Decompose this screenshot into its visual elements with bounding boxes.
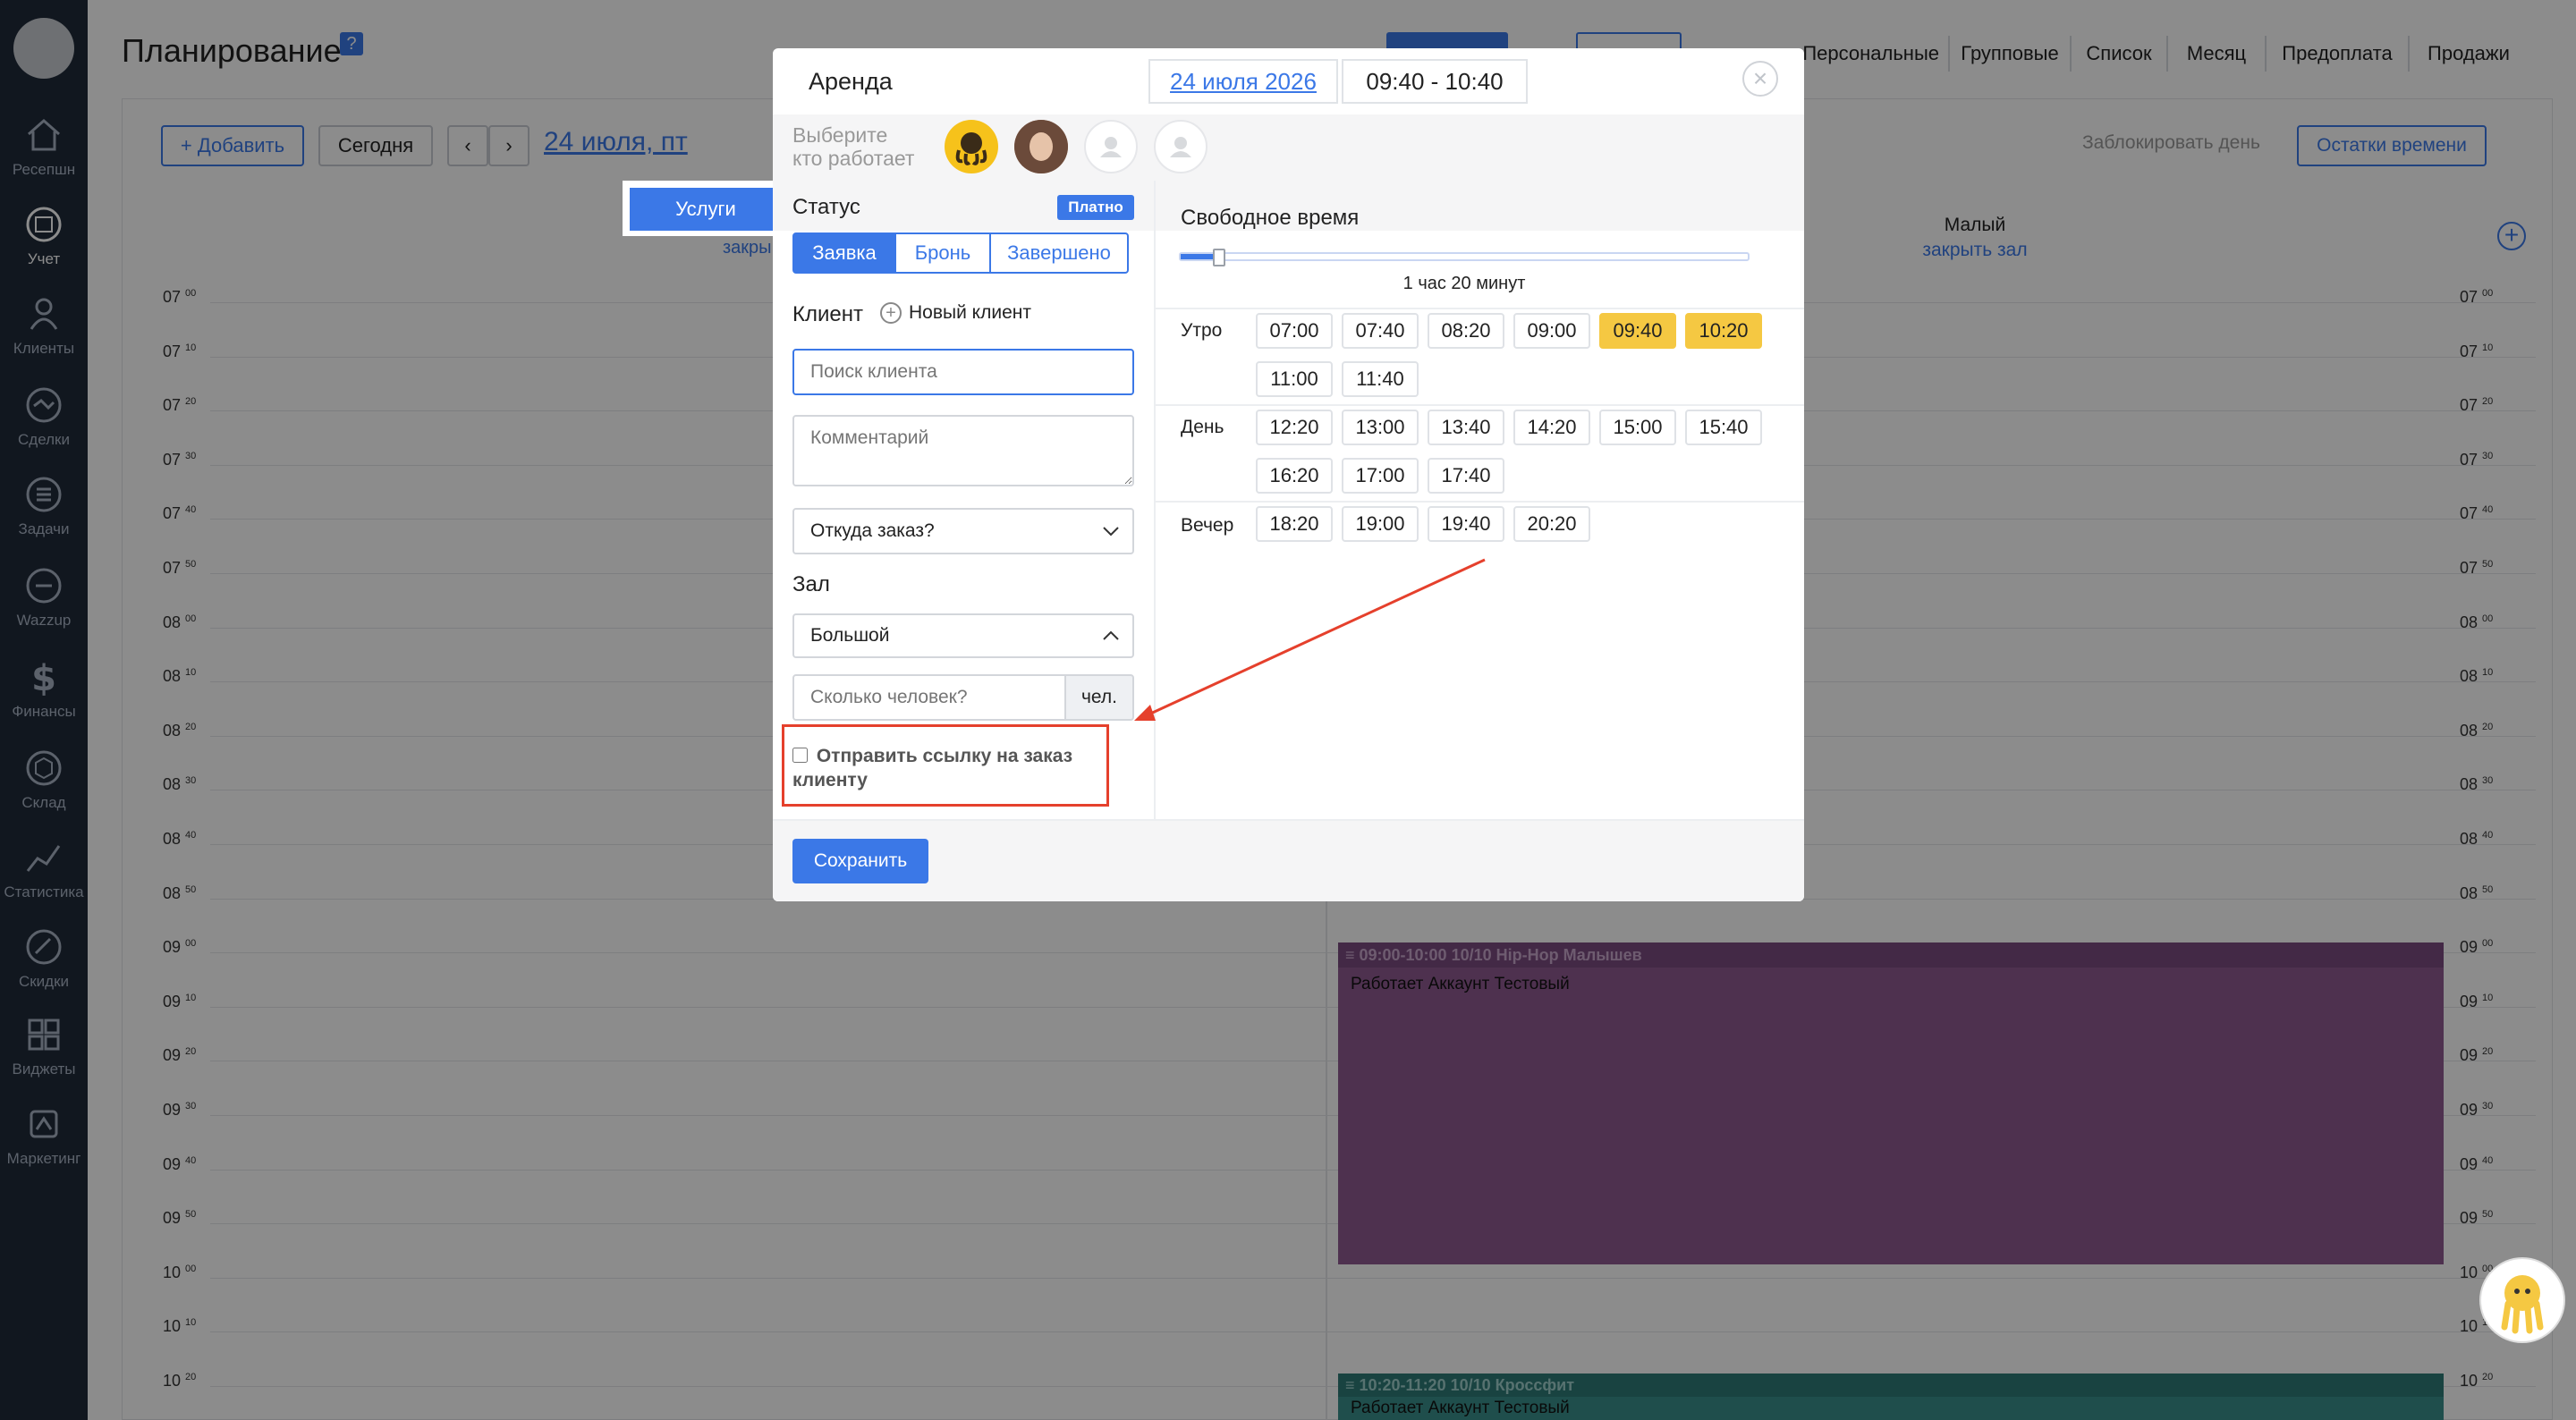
close-icon[interactable]: ×	[1742, 61, 1778, 97]
worker-prompt-line: Выберите	[792, 123, 888, 147]
time-slot-button[interactable]: 07:40	[1342, 313, 1419, 349]
free-time-label: Свободное время	[1181, 206, 1360, 230]
worker-avatar-empty[interactable]	[1154, 120, 1208, 173]
hall-label: Зал	[792, 572, 830, 596]
duration-slider[interactable]	[1179, 252, 1750, 261]
plus-circle-icon: +	[880, 302, 902, 324]
time-slot-button[interactable]: 19:40	[1428, 506, 1504, 542]
client-label: Клиент	[792, 302, 863, 326]
worker-avatar-empty[interactable]	[1084, 120, 1138, 173]
time-slot-button[interactable]: 13:40	[1428, 410, 1504, 445]
period-label-morning: Утро	[1181, 320, 1223, 341]
time-slot-button[interactable]: 09:00	[1513, 313, 1590, 349]
time-slot-button[interactable]: 14:20	[1513, 410, 1590, 445]
period-label-evening: Вечер	[1181, 515, 1234, 536]
send-link-checkbox[interactable]	[792, 748, 808, 763]
client-search-input[interactable]	[792, 349, 1134, 395]
new-client-label: Новый клиент	[909, 302, 1031, 323]
worker-prompt-line: кто работает	[792, 147, 915, 170]
time-slot-button[interactable]: 15:00	[1599, 410, 1676, 445]
chevron-up-icon	[1103, 630, 1119, 640]
people-count-input[interactable]	[792, 674, 1066, 721]
time-slot-button[interactable]: 15:40	[1685, 410, 1762, 445]
status-label: Статус	[792, 195, 860, 219]
worker-avatar[interactable]	[945, 120, 998, 173]
time-slot-button[interactable]: 18:20	[1256, 506, 1333, 542]
time-slot-button[interactable]: 17:00	[1342, 458, 1419, 494]
divider	[1156, 501, 1804, 503]
time-range-field[interactable]: 09:40 - 10:40	[1342, 59, 1528, 104]
people-unit: чел.	[1064, 674, 1134, 721]
hall-select[interactable]: Большой	[792, 613, 1134, 658]
divider	[1156, 308, 1804, 309]
hall-value: Большой	[810, 625, 890, 646]
paid-badge: Платно	[1057, 195, 1134, 220]
new-client-button[interactable]: + Новый клиент	[880, 302, 1031, 324]
time-slot-button[interactable]: 11:40	[1342, 361, 1419, 397]
comment-textarea[interactable]	[792, 415, 1134, 486]
send-link-text: Отправить ссылку на заказ	[816, 746, 1073, 766]
order-source-select[interactable]: Откуда заказ?	[792, 508, 1134, 554]
duration-slider-handle[interactable]	[1213, 249, 1225, 266]
time-slot-button[interactable]: 08:20	[1428, 313, 1504, 349]
time-slot-button[interactable]: 19:00	[1342, 506, 1419, 542]
modal-title: Аренда	[809, 68, 893, 95]
date-picker[interactable]: 24 июля 2026	[1148, 59, 1338, 104]
time-slot-button[interactable]: 09:40	[1599, 313, 1676, 349]
chat-widget-button[interactable]	[2481, 1259, 2563, 1341]
time-slot-button[interactable]: 13:00	[1342, 410, 1419, 445]
time-slot-button[interactable]: 07:00	[1256, 313, 1333, 349]
time-slot-button[interactable]: 17:40	[1428, 458, 1504, 494]
status-option-request[interactable]: Заявка	[792, 232, 896, 274]
column-divider	[1154, 181, 1156, 869]
period-label-day: День	[1181, 417, 1224, 437]
save-button[interactable]: Сохранить	[792, 839, 928, 883]
chevron-down-icon	[1103, 527, 1119, 537]
send-link-checkbox-label[interactable]: Отправить ссылку на заказ клиенту	[792, 744, 1088, 792]
time-slot-button[interactable]: 11:00	[1256, 361, 1333, 397]
send-link-text: клиенту	[792, 770, 868, 790]
time-slot-button[interactable]: 16:20	[1256, 458, 1333, 494]
status-option-done[interactable]: Завершено	[989, 232, 1129, 274]
time-slot-button[interactable]: 12:20	[1256, 410, 1333, 445]
divider	[1156, 404, 1804, 406]
duration-label: 1 час 20 минут	[1402, 274, 1526, 293]
octopus-icon	[2501, 1275, 2544, 1334]
time-slot-button[interactable]: 10:20	[1685, 313, 1762, 349]
worker-prompt: Выберите кто работает	[792, 123, 914, 170]
status-option-booking[interactable]: Бронь	[896, 232, 991, 274]
worker-avatar[interactable]	[1014, 120, 1068, 173]
order-source-value: Откуда заказ?	[810, 520, 935, 541]
rental-modal: Аренда 24 июля 2026 09:40 - 10:40 × Выбе…	[773, 48, 1804, 901]
time-slot-button[interactable]: 20:20	[1513, 506, 1590, 542]
